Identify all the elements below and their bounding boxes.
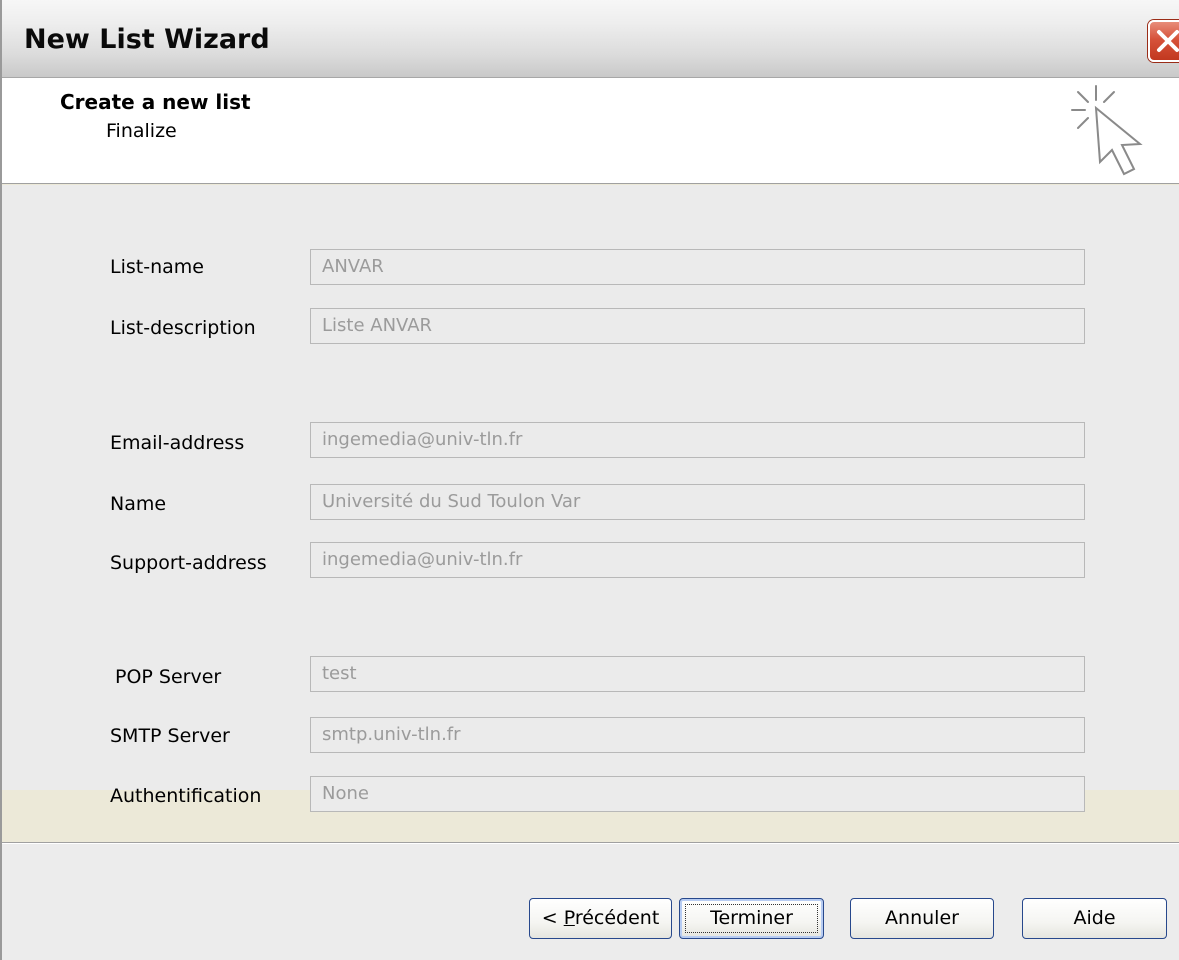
name-field[interactable]: Université du Sud Toulon Var xyxy=(310,484,1085,520)
name-label: Name xyxy=(110,493,167,515)
cancel-button[interactable]: Annuler xyxy=(850,898,994,939)
focus-rectangle xyxy=(685,904,818,933)
close-button[interactable] xyxy=(1148,20,1179,62)
pop-server-label: POP Server xyxy=(115,666,222,688)
previous-button[interactable]: < Précédent xyxy=(529,898,672,939)
list-description-field[interactable]: Liste ANVAR xyxy=(310,308,1085,344)
email-address-field[interactable]: ingemedia@univ-tln.fr xyxy=(310,422,1085,458)
list-description-label: List-description xyxy=(110,317,256,339)
wizard-header: Create a new list Finalize xyxy=(2,78,1179,184)
finish-button[interactable]: Terminer xyxy=(679,898,824,939)
wizard-cursor-icon xyxy=(1071,85,1143,176)
email-address-label: Email-address xyxy=(110,432,245,454)
support-address-label: Support-address xyxy=(110,552,267,574)
previous-button-mnemonic: P xyxy=(563,907,575,929)
window-title: New List Wizard xyxy=(24,24,270,55)
previous-button-prefix: < xyxy=(541,907,564,929)
close-icon xyxy=(1157,30,1179,52)
support-address-field[interactable]: ingemedia@univ-tln.fr xyxy=(310,542,1085,578)
authentification-field[interactable]: None xyxy=(310,776,1085,812)
title-bar[interactable]: New List Wizard xyxy=(2,0,1179,78)
authentification-label: Authentification xyxy=(110,785,262,807)
wizard-window: New List Wizard Create a new list Finali… xyxy=(0,0,1179,960)
smtp-server-field[interactable]: smtp.univ-tln.fr xyxy=(310,717,1085,753)
previous-button-rest: récédent xyxy=(574,907,660,929)
smtp-server-label: SMTP Server xyxy=(110,725,230,747)
step-subtitle: Finalize xyxy=(106,120,177,142)
list-name-label: List-name xyxy=(110,256,204,278)
pop-server-field[interactable]: test xyxy=(310,656,1085,692)
help-button[interactable]: Aide xyxy=(1022,898,1167,939)
help-button-label: Aide xyxy=(1073,907,1116,929)
list-name-field[interactable]: ANVAR xyxy=(310,249,1085,285)
cancel-button-label: Annuler xyxy=(885,907,959,929)
step-title: Create a new list xyxy=(60,90,251,114)
